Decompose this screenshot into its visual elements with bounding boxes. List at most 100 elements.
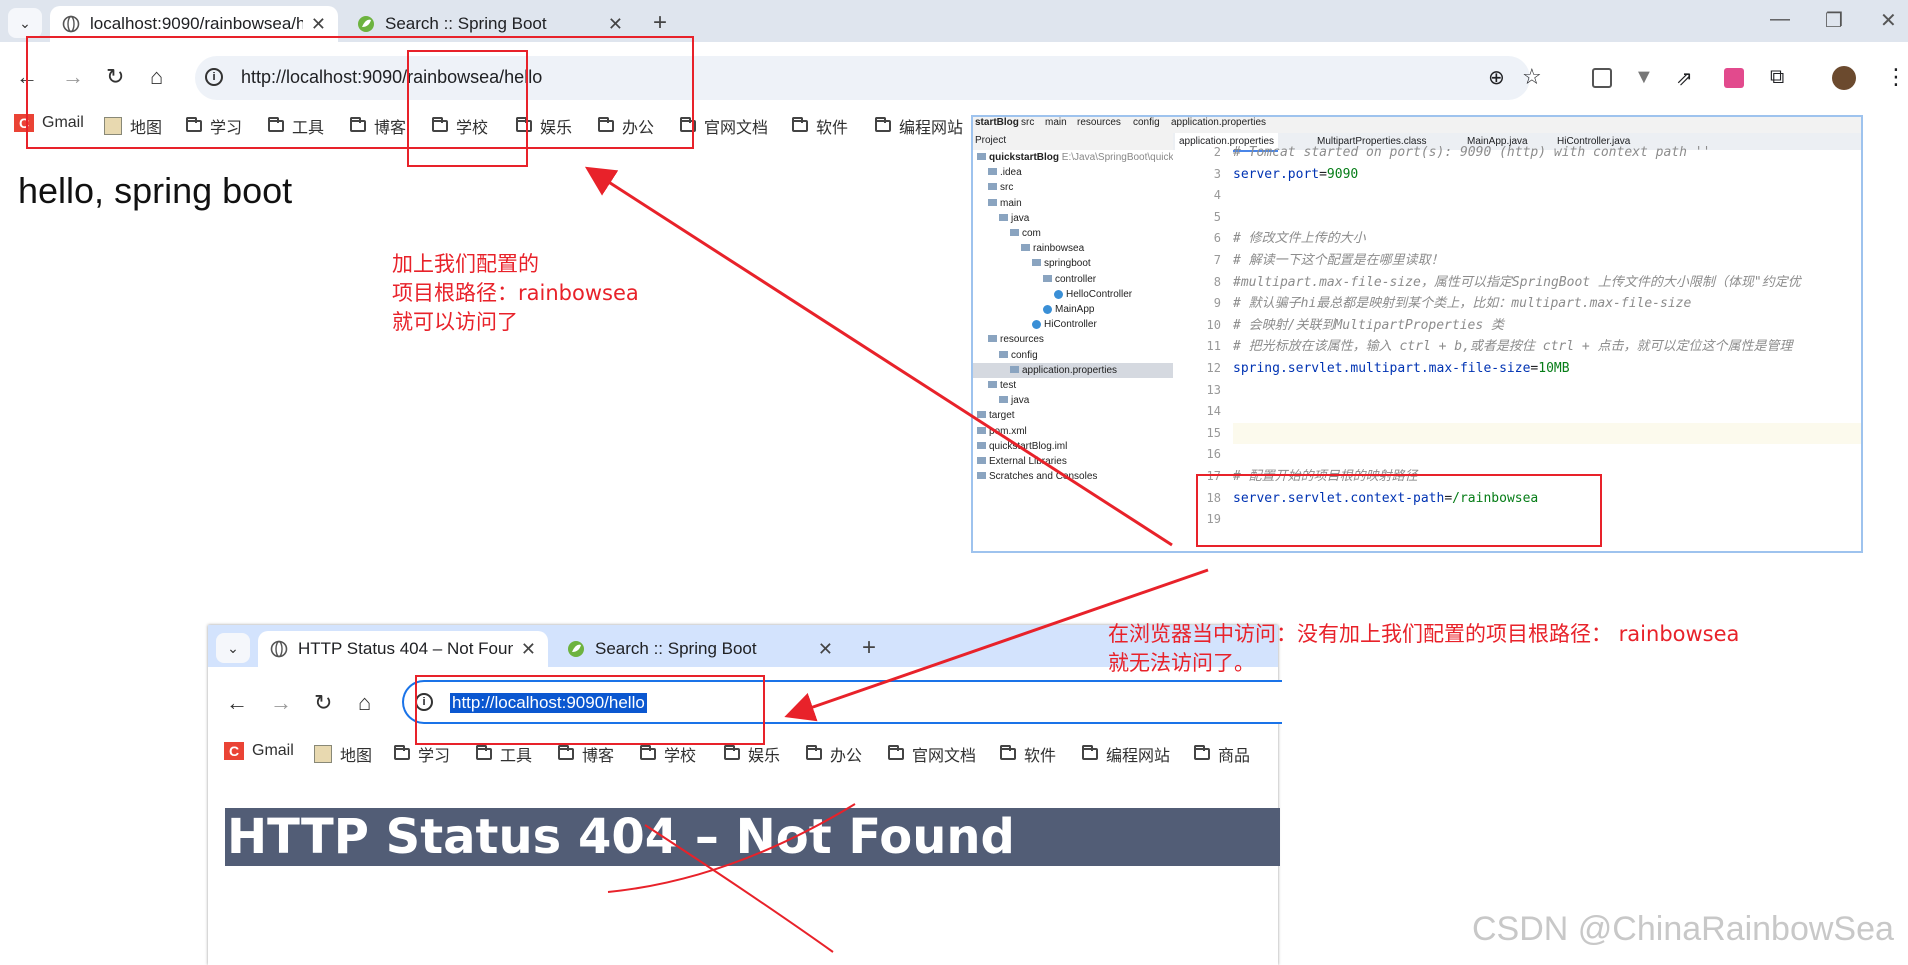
property-value: 10MB [1538,361,1570,376]
code-line[interactable]: # Tomcat started on port(s): 9090 (http)… [1233,142,1710,163]
close-icon[interactable]: ✕ [608,14,623,35]
tree-item[interactable]: .idea [973,165,1022,180]
bookmark-folder[interactable]: 博客 [558,742,614,766]
tree-item[interactable]: com [973,226,1041,241]
tree-item[interactable]: resources [973,332,1044,347]
forward-icon[interactable]: → [270,690,292,716]
folder-icon [999,213,1008,221]
file-icon [977,441,986,449]
class-icon [1043,304,1052,314]
vpn-icon[interactable]: ▼ [1634,66,1654,89]
open-external-icon[interactable]: ⇗ [1676,66,1693,91]
back-icon[interactable]: ← [226,690,248,716]
tree-item[interactable]: HelloController [973,287,1132,302]
tree-item-label: pom.xml [989,425,1027,437]
tree-item[interactable]: External Libraries [973,454,1067,469]
bottom-tab-spring-search[interactable]: Search :: Spring Boot ✕ [555,631,845,667]
tree-item-label: java [1011,212,1030,224]
folder-icon [792,117,808,132]
folder-icon [999,396,1008,404]
zoom-icon[interactable]: ⊕ [1488,65,1505,90]
bookmark-folder[interactable]: 商品 [1194,742,1250,766]
annotation-note-top: 加上我们配置的 项目根路径：rainbowsea 就可以访问了 [392,252,639,334]
bookmark-folder[interactable]: 编程网站 [875,114,963,138]
new-tab-button[interactable]: + [862,634,876,662]
tree-item[interactable]: quickstartBlog E:\Java\SpringBoot\quicks… [973,150,1187,165]
tree-item[interactable]: test [973,378,1016,393]
close-icon[interactable]: ✕ [818,639,833,660]
spring-leaf-icon [568,641,584,657]
folder-icon [394,745,410,760]
folder-icon [977,472,986,480]
restore-icon[interactable]: ❐ [1825,8,1843,33]
menu-icon[interactable]: ⋮ [1885,64,1907,90]
bookmark-folder[interactable]: 学习 [394,742,450,766]
code-line[interactable]: #multipart.max-file-size，属性可以指定SpringBoo… [1233,272,1801,293]
tree-item-path: E:\Java\SpringBoot\quicksta [1059,152,1187,163]
bookmark-folder[interactable]: 软件 [1000,742,1056,766]
annotation-box-context-path [1196,474,1602,547]
new-tab-button[interactable]: + [653,9,667,37]
home-icon[interactable]: ⌂ [358,690,371,716]
tree-item[interactable]: pom.xml [973,424,1027,439]
bottom-tab-404[interactable]: HTTP Status 404 – Not Found ✕ [258,631,548,667]
annotation-box-path-segment [407,50,528,167]
tree-item-label: HiController [1044,319,1097,331]
bookmark-folder[interactable]: 官网文档 [888,742,976,766]
code-line[interactable]: spring.servlet.multipart.max-file-size=1… [1233,358,1570,379]
close-window-icon[interactable]: ✕ [1880,8,1897,33]
extension-copy-icon[interactable] [1592,68,1612,88]
bookmark-folder[interactable]: 娱乐 [724,742,780,766]
bookmark-folder[interactable]: 工具 [476,742,532,766]
close-icon[interactable]: ✕ [521,639,536,660]
tree-item-label: src [1000,182,1014,194]
folder-icon [875,117,891,132]
bookmark-gmail[interactable]: C Gmail [224,742,294,760]
tree-item[interactable]: application.properties [973,362,1206,378]
tab-title: Search :: Spring Boot [595,639,757,658]
class-icon [1032,320,1041,330]
code-line[interactable]: # 默认骗子hi最总都是映射到某个类上，比如：multipart.max-fil… [1233,293,1691,314]
tree-item[interactable]: Scratches and Consoles [973,469,1097,484]
tree-item[interactable]: rainbowsea [973,241,1084,256]
code-line[interactable] [1233,422,1861,444]
tree-item[interactable]: target [973,408,1015,423]
tree-item-label: Scratches and Consoles [989,471,1098,483]
code-line[interactable]: # 解读一下这个配置是在哪里读取！ [1233,250,1444,271]
bookmark-map[interactable]: 地图 [314,742,372,766]
reload-icon[interactable]: ↻ [314,690,332,716]
chevron-down-icon: ⌄ [19,14,31,31]
tree-item[interactable]: main [973,196,1022,211]
tree-item[interactable]: MainApp [973,302,1094,317]
bookmark-folder[interactable]: 软件 [792,114,848,138]
star-icon[interactable]: ☆ [1522,64,1542,90]
close-icon[interactable]: ✕ [311,14,326,35]
bookmark-folder[interactable]: 编程网站 [1082,742,1170,766]
line-number: 12 [1206,361,1221,375]
tab-search-button[interactable]: ⌄ [216,633,250,663]
tree-item[interactable]: HiController [973,317,1097,332]
tree-item[interactable]: quickstartBlog.iml [973,439,1067,454]
tree-item[interactable]: java [973,211,1029,226]
folder-icon [988,168,997,176]
tree-item[interactable]: config [973,348,1038,363]
minimize-icon[interactable]: — [1770,8,1790,31]
tree-item-label: quickstartBlog [989,152,1060,163]
translate-extension-icon[interactable] [1724,68,1744,88]
bookmark-folder[interactable]: 学校 [640,742,696,766]
tree-item-label: .idea [1000,167,1022,179]
tree-item-label: main [1000,197,1022,209]
code-line[interactable]: # 把光标放在该属性，输入 ctrl + b,或者是按住 ctrl + 点击，就… [1233,336,1793,357]
code-line[interactable]: # 会映射/关联到MultipartProperties 类 [1233,315,1504,336]
tree-item[interactable]: controller [973,272,1096,287]
line-number: 14 [1206,404,1221,419]
tab-search-button[interactable]: ⌄ [8,8,42,38]
avatar[interactable] [1832,66,1856,90]
code-line[interactable]: server.port=9090 [1233,164,1358,185]
code-line[interactable]: # 修改文件上传的大小 [1233,228,1366,249]
bookmark-folder[interactable]: 办公 [806,742,862,766]
tree-item[interactable]: springboot [973,256,1091,271]
tree-item[interactable]: java [973,393,1029,408]
puzzle-icon[interactable]: ⧉ [1770,66,1784,89]
tree-item[interactable]: src [973,180,1013,195]
